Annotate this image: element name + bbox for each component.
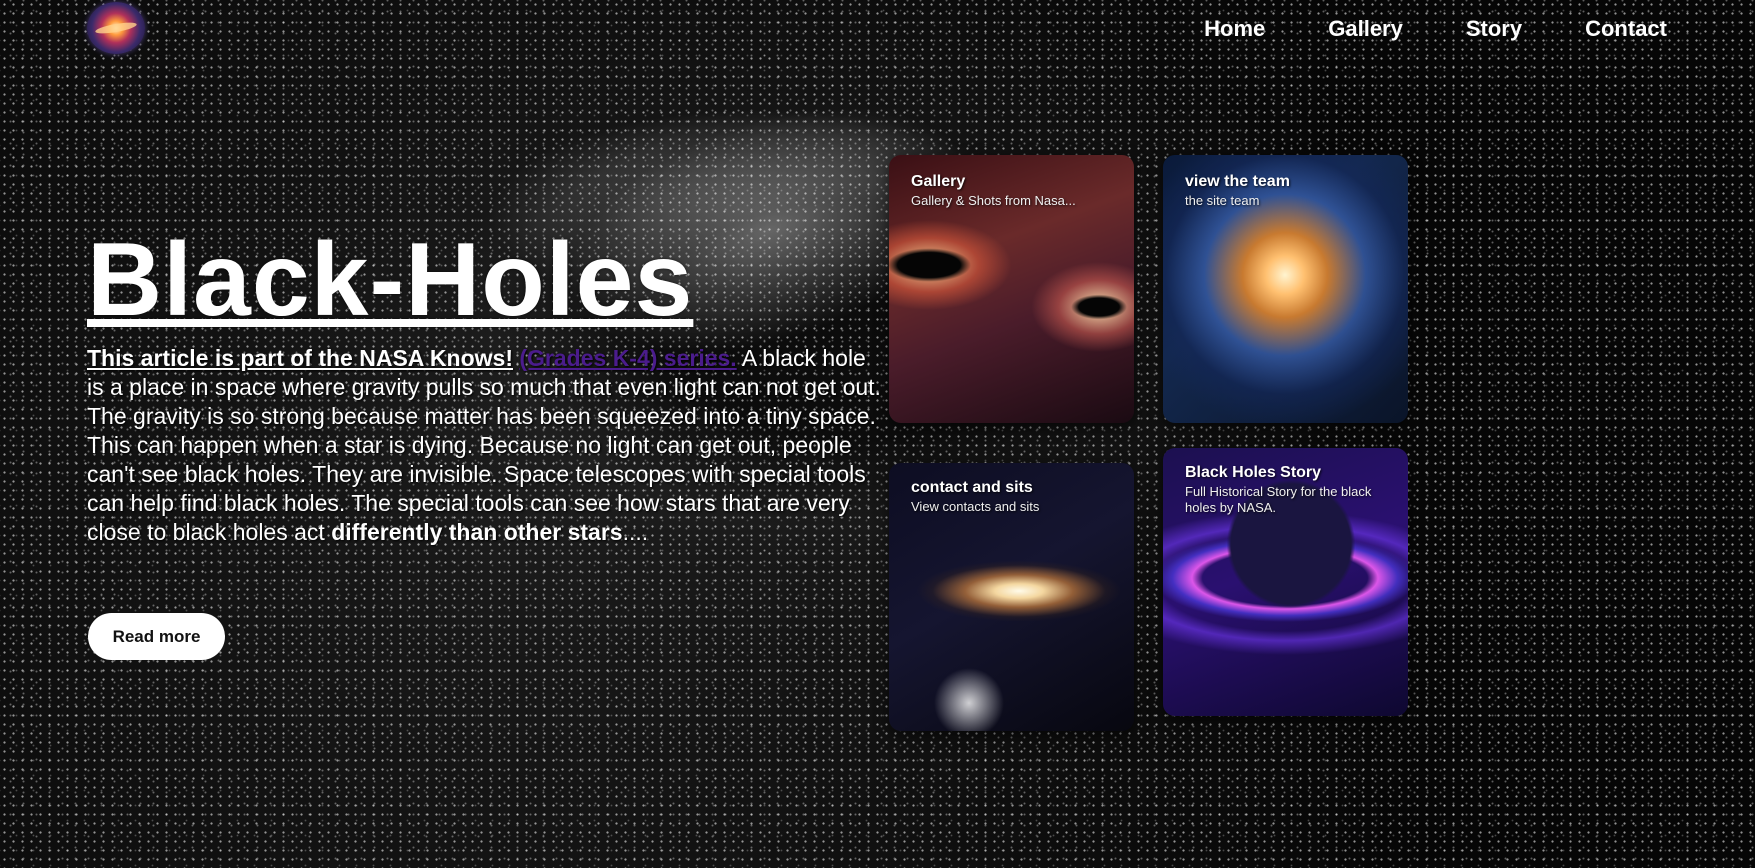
- read-more-button[interactable]: Read more: [88, 613, 225, 660]
- story-card[interactable]: Black Holes Story Full Historical Story …: [1163, 448, 1408, 716]
- contact-card-subtitle: View contacts and sits: [911, 499, 1040, 514]
- gallery-card-subtitle: Gallery & Shots from Nasa...: [911, 193, 1076, 208]
- contact-card-title: contact and sits: [911, 479, 1033, 496]
- hero-body-ellipsis: ....: [622, 519, 649, 545]
- nav-home-link[interactable]: Home: [1204, 16, 1265, 42]
- team-card[interactable]: view the team the site team: [1163, 155, 1408, 423]
- hero-intro-text: This article is part of the NASA Knows!: [87, 345, 513, 371]
- galaxy-logo-icon[interactable]: [87, 2, 145, 54]
- gallery-card[interactable]: Gallery Gallery & Shots from Nasa...: [889, 155, 1134, 423]
- story-card-title: Black Holes Story: [1185, 464, 1322, 481]
- page-title: Black-Holes: [87, 222, 694, 338]
- team-card-title: view the team: [1185, 173, 1290, 190]
- story-card-subtitle: Full Historical Story for the black hole…: [1185, 484, 1372, 515]
- hero-description: This article is part of the NASA Knows! …: [87, 344, 882, 547]
- nav-story-link[interactable]: Story: [1466, 16, 1522, 42]
- hero-body-strong-text: differently than other stars: [331, 519, 623, 545]
- hero-body-text: A black hole is a place in space where g…: [87, 345, 881, 545]
- contact-card[interactable]: contact and sits View contacts and sits: [889, 463, 1134, 731]
- nav-gallery-link[interactable]: Gallery: [1328, 16, 1403, 42]
- team-card-subtitle: the site team: [1185, 193, 1260, 208]
- gallery-card-title: Gallery: [911, 173, 966, 190]
- main-nav: Home Gallery Story Contact: [1204, 16, 1667, 42]
- grades-series-link[interactable]: (Grades K-4) series.: [519, 345, 736, 371]
- page: Home Gallery Story Contact Black-Holes T…: [0, 0, 1755, 868]
- nav-contact-link[interactable]: Contact: [1585, 16, 1667, 42]
